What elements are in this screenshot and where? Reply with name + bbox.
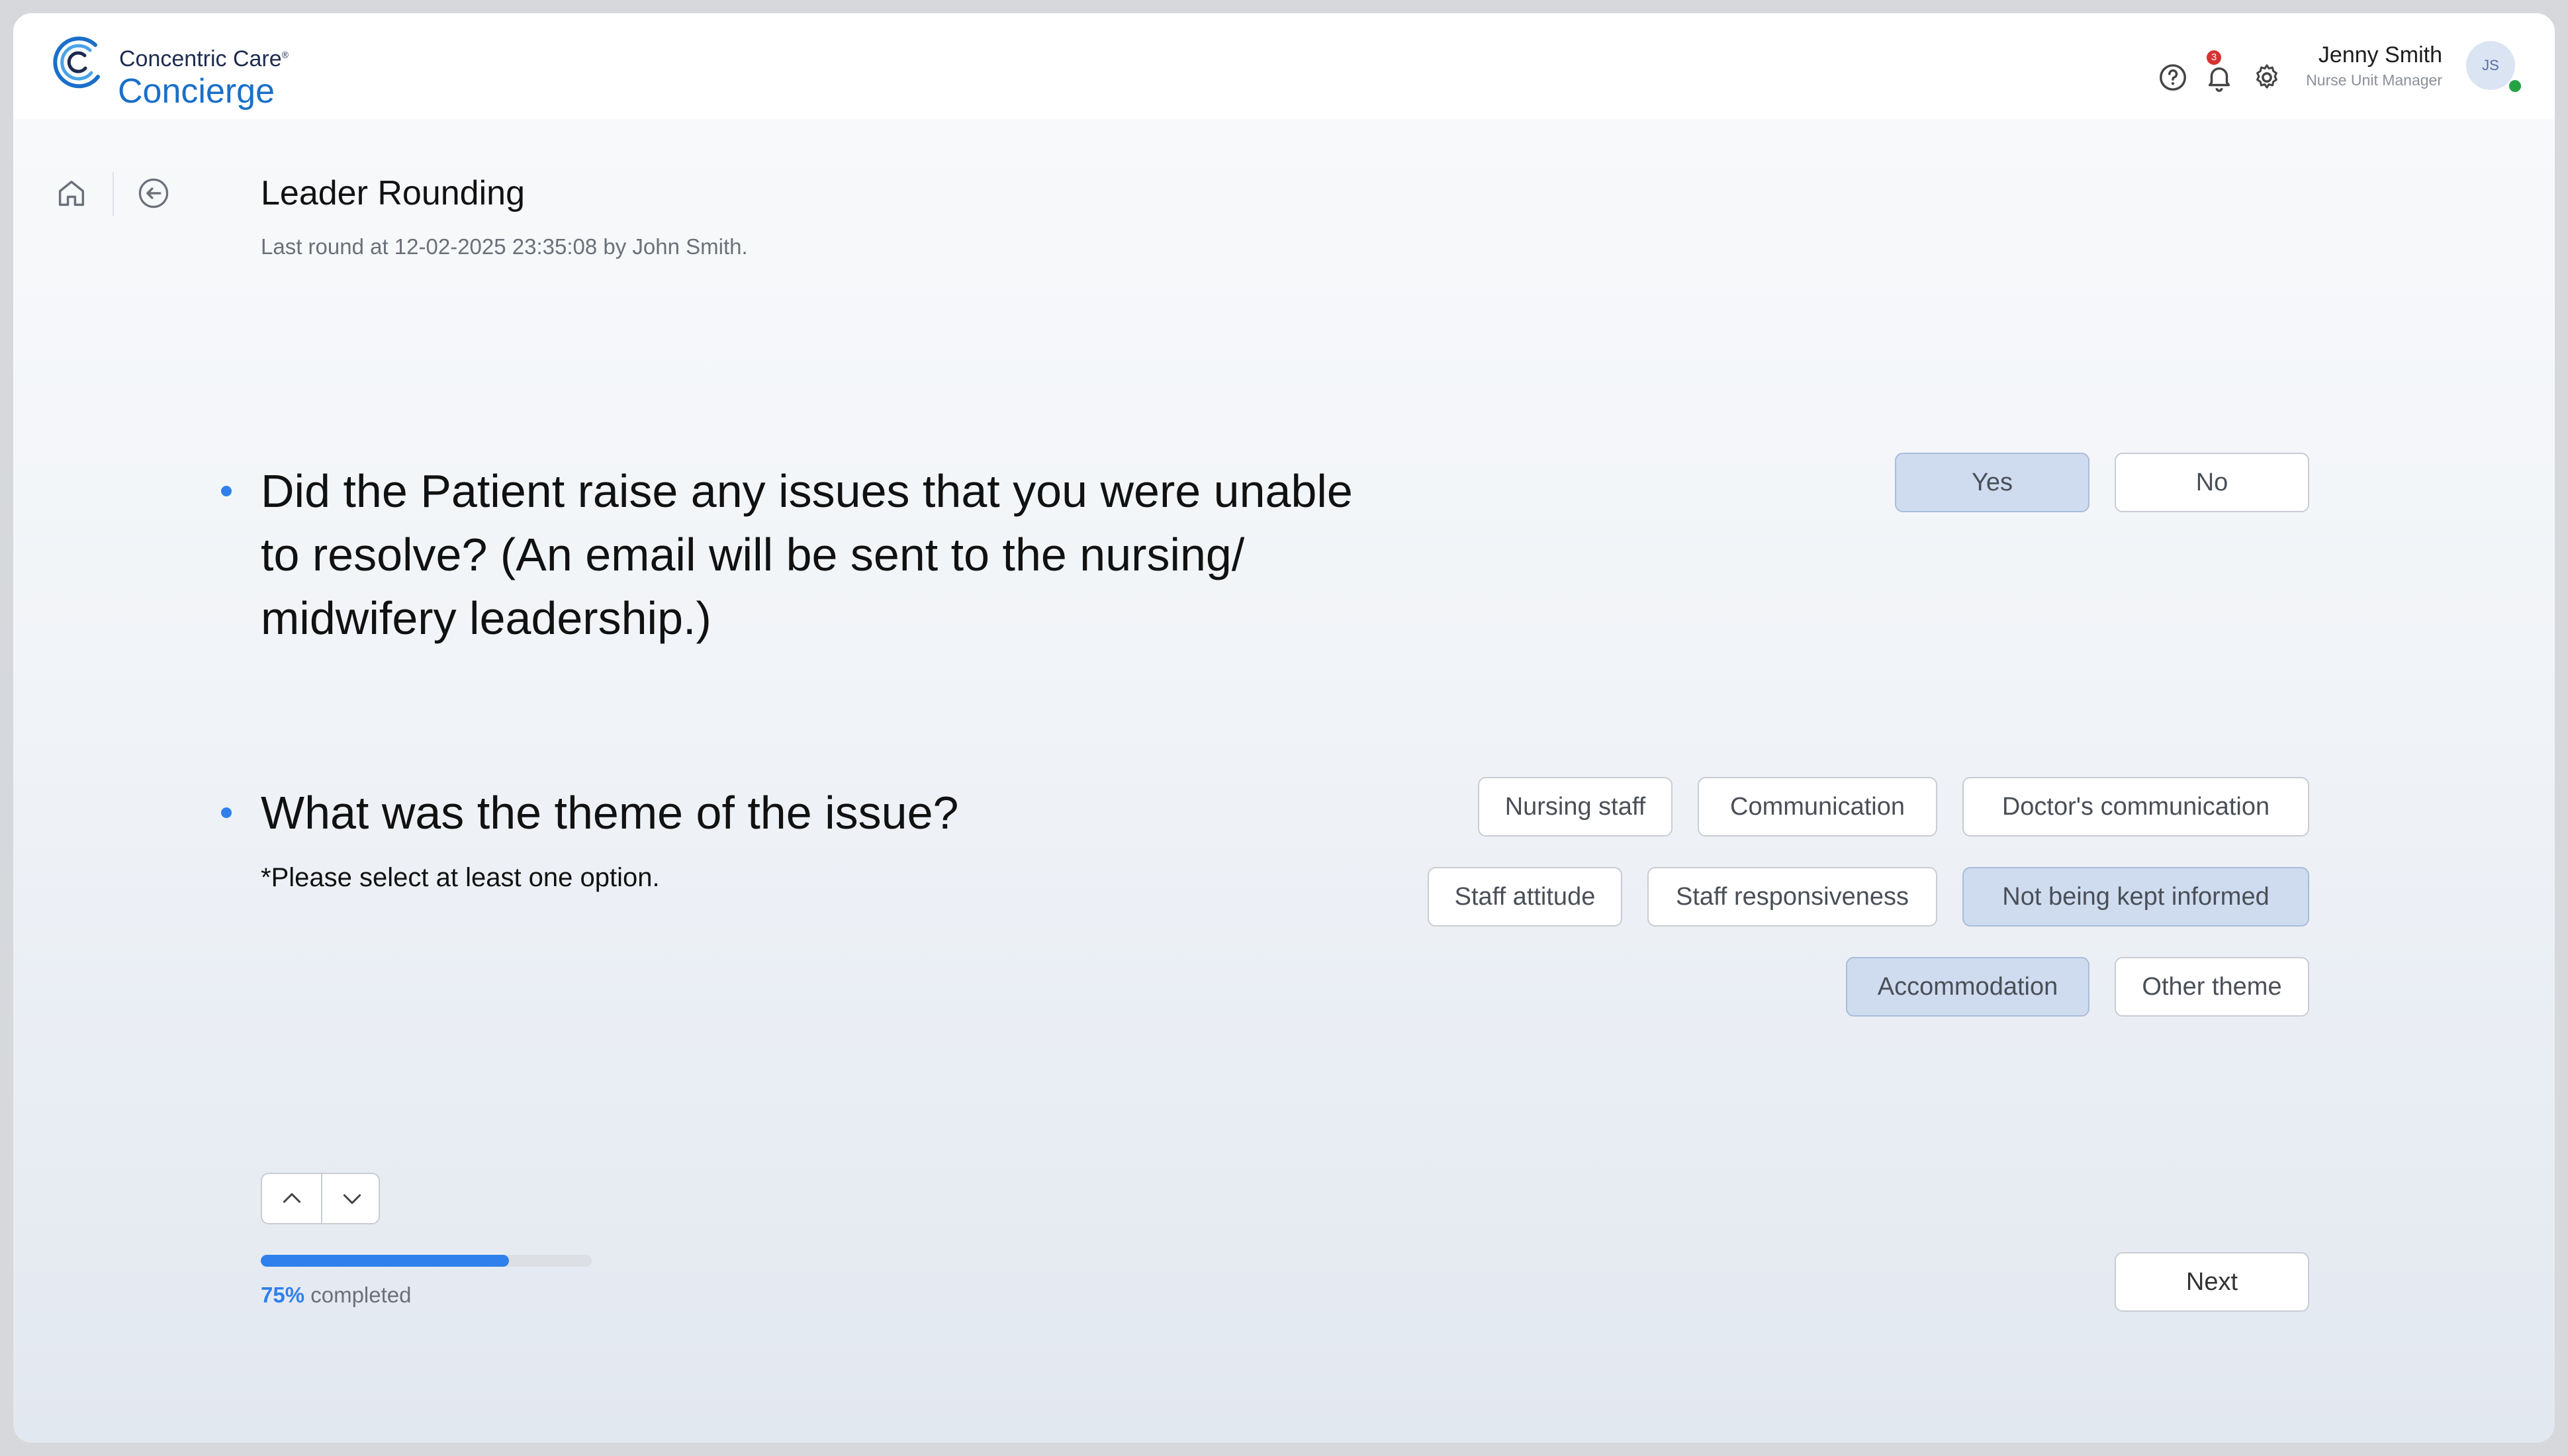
gear-icon[interactable] — [2252, 62, 2282, 93]
previous-question-button[interactable] — [262, 1174, 321, 1223]
page-title: Leader Rounding — [261, 174, 525, 212]
next-question-button[interactable] — [322, 1174, 379, 1223]
brand-logo[interactable]: Concentric Care® Concierge — [50, 33, 355, 111]
top-header: Concentric Care® Concierge 3 Jenny Smith… — [13, 13, 2555, 119]
question-bullet — [221, 486, 232, 496]
bell-icon[interactable] — [2204, 62, 2234, 93]
progress-label: 75% completed — [261, 1283, 412, 1308]
question-bullet — [221, 807, 232, 818]
theme-option-doctors-communication[interactable]: Doctor's communication — [1962, 777, 2309, 837]
progress-bar — [261, 1255, 592, 1267]
help-circle-icon[interactable] — [2158, 62, 2188, 93]
back-arrow-icon[interactable] — [136, 176, 171, 210]
brand-name-big: Concierge — [118, 72, 275, 111]
theme-option-not-kept-informed[interactable]: Not being kept informed — [1962, 867, 2309, 927]
online-status-dot — [2507, 78, 2523, 94]
notification-count-badge: 3 — [2207, 50, 2221, 65]
concentric-logo-icon — [53, 36, 100, 89]
home-icon[interactable] — [54, 176, 89, 210]
chevron-down-icon — [343, 1194, 361, 1205]
theme-option-other[interactable]: Other theme — [2115, 957, 2309, 1017]
last-round-info: Last round at 12-02-2025 23:35:08 by Joh… — [261, 234, 748, 259]
theme-option-communication[interactable]: Communication — [1698, 777, 1937, 837]
selection-hint: *Please select at least one option. — [261, 863, 660, 892]
question-unresolved-issues: Did the Patient raise any issues that yo… — [261, 465, 1353, 644]
answer-yes-button[interactable]: Yes — [1895, 453, 2089, 512]
theme-option-nursing-staff[interactable]: Nursing staff — [1478, 777, 1673, 837]
brand-name-small: Concentric Care® — [119, 46, 289, 71]
next-button[interactable]: Next — [2115, 1252, 2309, 1312]
theme-option-staff-attitude[interactable]: Staff attitude — [1428, 867, 1622, 927]
question-issue-theme: What was the theme of the issue? — [261, 787, 959, 839]
question-nav-stepper — [261, 1173, 380, 1224]
app-window: Concentric Care® Concierge 3 Jenny Smith… — [13, 13, 2555, 1443]
theme-option-staff-responsiveness[interactable]: Staff responsiveness — [1647, 867, 1937, 927]
user-name: Jenny Smith — [2318, 42, 2442, 68]
progress-bar-fill — [261, 1255, 509, 1267]
breadcrumb-divider — [113, 172, 114, 216]
answer-no-button[interactable]: No — [2115, 453, 2309, 512]
progress-suffix: completed — [310, 1283, 412, 1307]
theme-option-accommodation[interactable]: Accommodation — [1846, 957, 2089, 1017]
chevron-up-icon — [283, 1193, 300, 1203]
user-role: Nurse Unit Manager — [2306, 71, 2442, 89]
progress-percent: 75% — [261, 1283, 305, 1307]
